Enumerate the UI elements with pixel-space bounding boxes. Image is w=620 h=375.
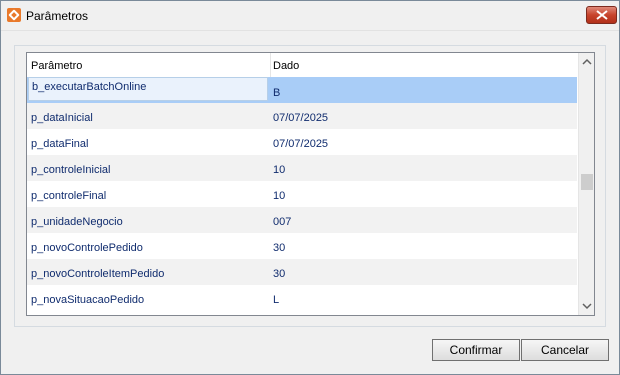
scrollbar-thumb[interactable] [581, 174, 593, 190]
table-row[interactable]: p_unidadeNegocio 007 [27, 207, 577, 233]
close-button[interactable] [586, 6, 617, 24]
scroll-up-icon[interactable] [582, 57, 592, 67]
param-edit-field[interactable]: b_executarBatchOnline [28, 77, 268, 101]
column-header-parametro[interactable]: Parâmetro [31, 60, 82, 72]
value-cell[interactable]: 07/07/2025 [273, 112, 328, 124]
grid-header: Parâmetro Dado [27, 53, 577, 78]
parametros-dialog: Parâmetros Parâmetro Dado b_executarBatc… [0, 0, 620, 375]
window-title: Parâmetros [26, 9, 89, 23]
app-icon [7, 8, 21, 22]
table-row[interactable]: p_novoControlePedido 30 [27, 233, 577, 259]
value-cell[interactable]: B [273, 87, 280, 99]
scroll-down-icon[interactable] [582, 301, 592, 311]
column-separator[interactable] [270, 53, 271, 77]
value-cell[interactable]: L [273, 294, 279, 306]
table-row[interactable]: b_executarBatchOnline B [27, 77, 577, 103]
vertical-scrollbar[interactable] [578, 53, 594, 315]
parameters-grid: Parâmetro Dado b_executarBatchOnline B p… [26, 52, 595, 316]
table-row[interactable]: p_novoControleItemPedido 30 [27, 259, 577, 285]
param-cell[interactable]: p_novoControleItemPedido [31, 268, 164, 280]
value-cell[interactable]: 007 [273, 216, 291, 228]
table-row[interactable]: p_novaSituacaoPedido L [27, 285, 577, 311]
param-cell[interactable]: p_novoControlePedido [31, 242, 143, 254]
value-cell[interactable]: 10 [273, 164, 285, 176]
close-icon [596, 10, 608, 20]
cancel-button[interactable]: Cancelar [521, 339, 609, 361]
param-cell[interactable]: p_dataFinal [31, 138, 89, 150]
param-cell[interactable]: p_controleFinal [31, 190, 106, 202]
value-cell[interactable]: 07/07/2025 [273, 138, 328, 150]
table-row[interactable]: p_controleFinal 10 [27, 181, 577, 207]
param-cell[interactable]: p_unidadeNegocio [31, 216, 123, 228]
column-header-dado[interactable]: Dado [273, 60, 299, 72]
title-bar[interactable]: Parâmetros [1, 1, 619, 31]
confirm-button[interactable]: Confirmar [432, 339, 520, 361]
param-edit-text: b_executarBatchOnline [32, 81, 147, 93]
value-cell[interactable]: 10 [273, 190, 285, 202]
value-cell[interactable]: 30 [273, 242, 285, 254]
table-row[interactable]: p_controleInicial 10 [27, 155, 577, 181]
param-cell[interactable]: p_dataInicial [31, 112, 93, 124]
param-cell[interactable]: p_controleInicial [31, 164, 111, 176]
param-cell[interactable]: p_novaSituacaoPedido [31, 294, 144, 306]
value-cell[interactable]: 30 [273, 268, 285, 280]
table-row[interactable]: p_dataInicial 07/07/2025 [27, 103, 577, 129]
table-row[interactable]: p_dataFinal 07/07/2025 [27, 129, 577, 155]
